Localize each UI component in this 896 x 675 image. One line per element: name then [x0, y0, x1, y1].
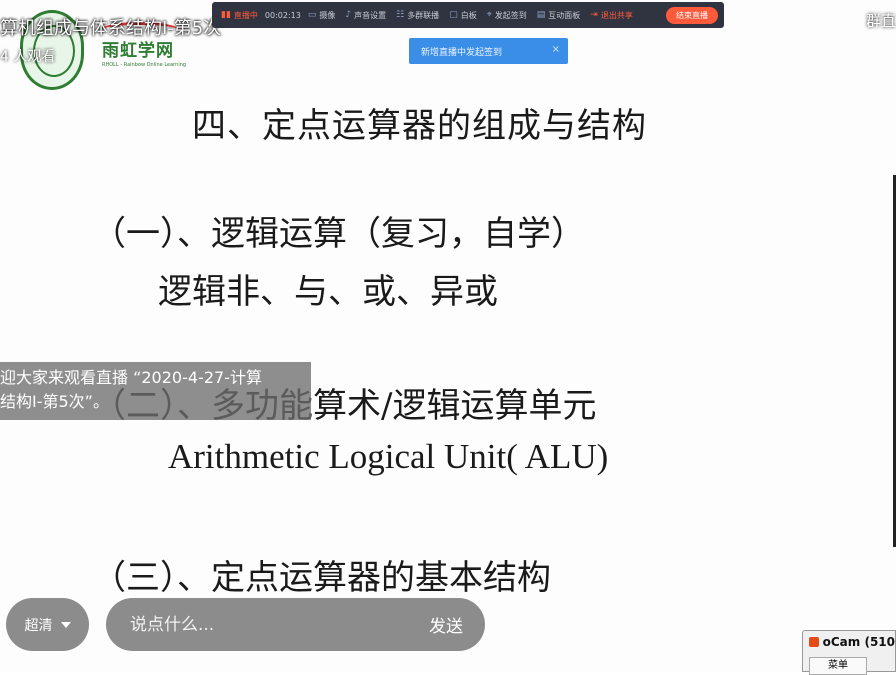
ocam-title: oCam (510 — [822, 635, 895, 649]
end-live-button[interactable]: 结束直播 — [666, 6, 718, 24]
ocam-titlebar[interactable]: oCam (510 — [803, 631, 895, 653]
live-bars-icon: ▮▮ — [221, 10, 231, 20]
multi-group-button[interactable]: ☷ 多群联播 — [393, 10, 442, 21]
live-timer: 00:02:13 — [264, 10, 301, 20]
close-icon[interactable]: × — [552, 44, 560, 55]
slide-line-logic-ops: （一）、逻辑运算（复习，自学） — [92, 214, 585, 254]
camera-button[interactable]: ▭ 摄像 — [305, 10, 339, 21]
slide-line-structure: （三）、定点运算器的基本结构 — [92, 558, 551, 598]
ocam-app-icon — [809, 637, 819, 647]
quality-label: 超清 — [24, 617, 53, 634]
camera-icon: ▭ — [307, 10, 317, 20]
group-label[interactable]: 群直 — [866, 10, 896, 31]
slide-line-logic-list: 逻辑非、与、或、异或 — [158, 272, 498, 312]
send-button[interactable]: 发送 — [429, 612, 463, 637]
slide-line-alu-en: Arithmetic Logical Unit( ALU) — [168, 437, 609, 476]
brand-logo: 雨虹学网 RHOLL - Rainbow Online Learning — [100, 22, 187, 68]
chevron-down-icon — [60, 621, 71, 628]
sign-in-notice: 新增直播中发起签到 × — [409, 38, 568, 64]
location-pin-icon: ⌖ — [486, 10, 492, 20]
viewer-count: 4 人观看 — [0, 49, 56, 65]
live-control-toolbar: ▮▮ 直播中 00:02:13 ▭ 摄像 ♪ 声音设置 ☷ 多群联播 ▢ 白板 … — [212, 2, 724, 28]
welcome-overlay: 迎大家来观看直播 “2020-4-27-计算 结构I-第5次”。 — [0, 362, 311, 420]
notice-text: 新增直播中发起签到 — [421, 47, 503, 58]
sound-settings-button[interactable]: ♪ 声音设置 — [342, 10, 389, 21]
live-status: ▮▮ 直播中 — [221, 10, 258, 20]
chat-bar: 发送 — [106, 598, 485, 651]
ocam-window[interactable]: oCam (510 菜单 — [802, 630, 896, 675]
exit-icon: ⇥ — [590, 10, 598, 20]
group-icon: ☷ — [396, 10, 405, 20]
whiteboard-button[interactable]: ▢ 白板 — [446, 10, 480, 21]
sign-in-button[interactable]: ⌖ 发起签到 — [484, 10, 530, 21]
welcome-line-2: 结构I-第5次”。 — [0, 392, 109, 411]
interaction-panel-button[interactable]: ▤ 互动面板 — [534, 10, 584, 21]
exit-share-button[interactable]: ⇥ 退出共享 — [587, 10, 636, 21]
stream-title: 算机组成与体系结构I-第5次 — [0, 18, 222, 39]
chat-bubble-icon: ▤ — [536, 10, 546, 20]
chat-input[interactable] — [128, 612, 392, 638]
quality-selector[interactable]: 超清 — [6, 598, 89, 651]
microphone-icon: ♪ — [345, 10, 352, 20]
ocam-menu-button[interactable]: 菜单 — [809, 657, 867, 675]
slide-canvas: 四、定点运算器的组成与结构 （一）、逻辑运算（复习，自学） 逻辑非、与、或、异或… — [0, 0, 896, 672]
slide-heading: 四、定点运算器的组成与结构 — [192, 106, 647, 146]
brand-tagline: RHOLL - Rainbow Online Learning — [102, 62, 187, 68]
whiteboard-icon: ▢ — [449, 10, 458, 20]
welcome-line-1: 迎大家来观看直播 “2020-4-27-计算 — [0, 368, 262, 387]
